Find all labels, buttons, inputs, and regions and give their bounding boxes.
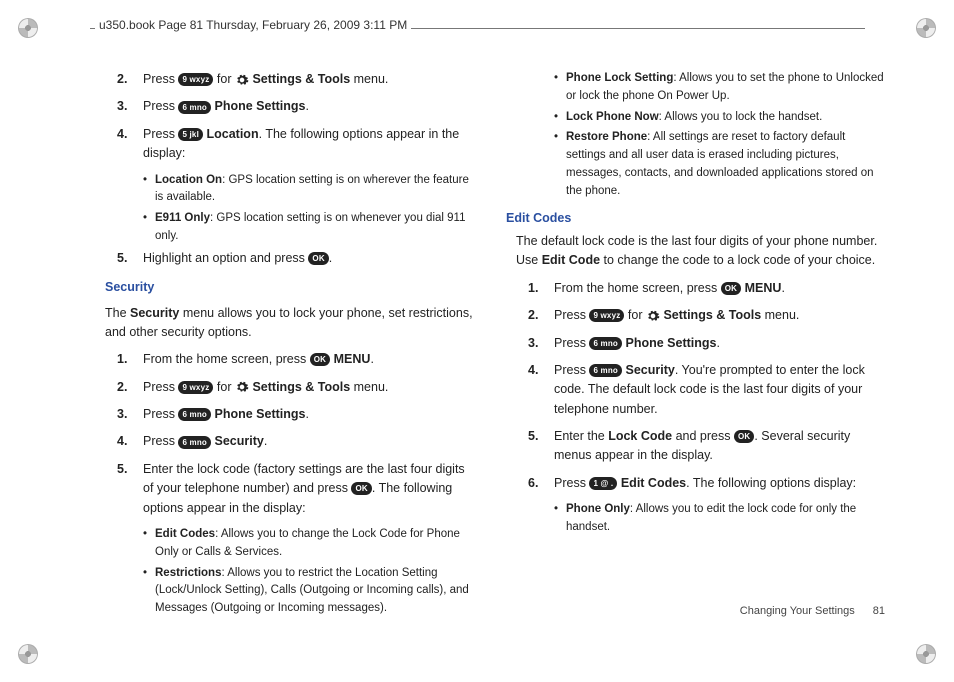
step-number: 3. xyxy=(528,334,538,353)
step-number: 2. xyxy=(117,378,127,397)
instruction-step: 5.Enter the Lock Code and press OK. Seve… xyxy=(536,427,885,466)
instruction-step: 2.Press 9 wxyz for Settings & Tools menu… xyxy=(125,378,474,397)
phone-key-k9: 9 wxyz xyxy=(178,73,213,86)
gear-icon xyxy=(235,380,249,394)
gear-icon xyxy=(646,309,660,323)
phone-key-k9: 9 wxyz xyxy=(589,309,624,322)
crop-mark-icon xyxy=(916,644,936,664)
phone-key-ok: OK xyxy=(351,482,371,495)
step-number: 2. xyxy=(117,70,127,89)
sub-bullet: Phone Only: Allows you to edit the lock … xyxy=(554,501,885,537)
instruction-step: 5.Highlight an option and press OK. xyxy=(125,249,474,268)
phone-key-ok: OK xyxy=(308,252,328,265)
sub-bullet: Location On: GPS location setting is on … xyxy=(143,172,474,208)
step-number: 1. xyxy=(528,279,538,298)
page-header: u350.book Page 81 Thursday, February 26,… xyxy=(95,18,411,32)
footer-page-number: 81 xyxy=(873,605,885,617)
crop-mark-icon xyxy=(18,18,38,38)
instruction-step: 6.Press 1 @ . Edit Codes. The following … xyxy=(536,474,885,493)
edit-codes-description: The default lock code is the last four d… xyxy=(516,232,885,271)
step-number: 4. xyxy=(528,361,538,380)
instruction-step: 2.Press 9 wxyz for Settings & Tools menu… xyxy=(536,306,885,325)
security-heading: Security xyxy=(105,278,474,297)
instruction-step: 2.Press 9 wxyz for Settings & Tools menu… xyxy=(125,70,474,89)
sub-bullet: Edit Codes: Allows you to change the Loc… xyxy=(143,526,474,562)
instruction-step: 1.From the home screen, press OK MENU. xyxy=(125,350,474,369)
phone-key-ok: OK xyxy=(721,282,741,295)
sub-bullet: Restrictions: Allows you to restrict the… xyxy=(143,565,474,618)
step-number: 5. xyxy=(117,249,127,268)
sub-bullet: Restore Phone: All settings are reset to… xyxy=(554,129,885,200)
sub-bullet: E911 Only: GPS location setting is on wh… xyxy=(143,210,474,246)
phone-key-ok: OK xyxy=(310,353,330,366)
footer-section: Changing Your Settings xyxy=(740,605,855,617)
step-number: 5. xyxy=(117,460,127,479)
instruction-step: 3.Press 6 mno Phone Settings. xyxy=(536,334,885,353)
edit-codes-heading: Edit Codes xyxy=(506,209,885,228)
security-description: The Security menu allows you to lock you… xyxy=(105,304,474,343)
phone-key-k6: 6 mno xyxy=(178,408,211,421)
phone-key-k9: 9 wxyz xyxy=(178,381,213,394)
page-content: 2.Press 9 wxyz for Settings & Tools menu… xyxy=(95,70,885,620)
step-number: 5. xyxy=(528,427,538,446)
step-number: 1. xyxy=(117,350,127,369)
phone-key-k1: 1 @ . xyxy=(589,477,617,490)
sub-bullet: Lock Phone Now: Allows you to lock the h… xyxy=(554,109,885,127)
phone-key-k6: 6 mno xyxy=(589,364,622,377)
phone-key-ok: OK xyxy=(734,430,754,443)
phone-key-k6: 6 mno xyxy=(589,337,622,350)
crop-mark-icon xyxy=(18,644,38,664)
step-number: 4. xyxy=(117,125,127,144)
instruction-step: 4.Press 5 jkl Location. The following op… xyxy=(125,125,474,164)
instruction-step: 5.Enter the lock code (factory settings … xyxy=(125,460,474,518)
instruction-step: 3.Press 6 mno Phone Settings. xyxy=(125,97,474,116)
crop-mark-icon xyxy=(916,18,936,38)
instruction-step: 1.From the home screen, press OK MENU. xyxy=(536,279,885,298)
step-number: 3. xyxy=(117,97,127,116)
step-number: 3. xyxy=(117,405,127,424)
page-footer: Changing Your Settings 81 xyxy=(740,603,885,620)
phone-key-k6: 6 mno xyxy=(178,101,211,114)
instruction-step: 3.Press 6 mno Phone Settings. xyxy=(125,405,474,424)
phone-key-k6: 6 mno xyxy=(178,436,211,449)
step-number: 2. xyxy=(528,306,538,325)
sub-bullet: Phone Lock Setting: Allows you to set th… xyxy=(554,70,885,106)
gear-icon xyxy=(235,73,249,87)
crop-marks-bottom xyxy=(0,640,954,668)
phone-key-k5: 5 jkl xyxy=(178,128,203,141)
step-number: 4. xyxy=(117,432,127,451)
instruction-step: 4.Press 6 mno Security. You're prompted … xyxy=(536,361,885,419)
step-number: 6. xyxy=(528,474,538,493)
instruction-step: 4.Press 6 mno Security. xyxy=(125,432,474,451)
